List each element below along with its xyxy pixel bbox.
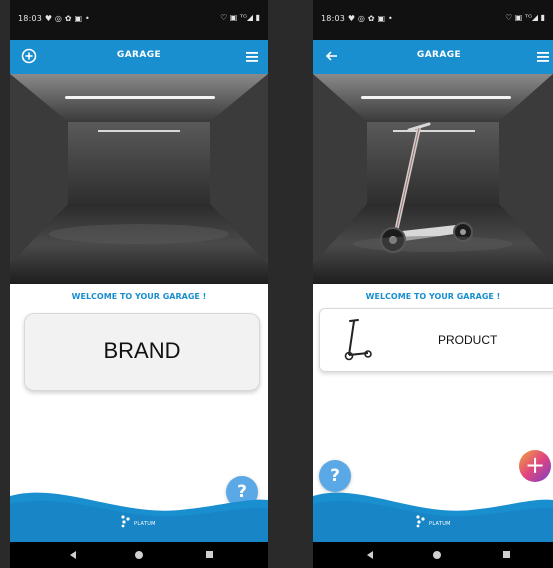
welcome-heading: WELCOME TO YOUR GARAGE ! [71, 292, 207, 301]
nav-back-icon[interactable] [367, 551, 373, 559]
hamburger-menu-icon[interactable] [244, 49, 260, 65]
app-bar: GARAGE [313, 40, 553, 74]
garage-screen-with-product: 18:03 ♥ ◎ ✿ ▣ • ♡ ▣ ᵀᴳ◢ ▮ GARAGE WELCOME… [313, 0, 553, 568]
status-time: 18:03 ♥ ◎ ✿ ▣ • [321, 14, 393, 23]
platum-logo: PLATUM [415, 514, 459, 534]
platum-mark-icon [416, 515, 425, 528]
add-product-button[interactable]: + [519, 450, 551, 482]
scooter-thumbnail [344, 319, 372, 361]
status-bar: 18:03 ♥ ◎ ✿ ▣ • ♡ ▣ ᵀᴳ◢ ▮ [10, 0, 268, 40]
platum-logo-text: PLATUM [134, 521, 156, 527]
brand-label: BRAND [103, 338, 181, 363]
app-title: GARAGE [416, 50, 462, 60]
system-nav-bar [10, 542, 268, 568]
welcome-heading: WELCOME TO YOUR GARAGE ! [365, 292, 501, 301]
product-card[interactable]: PRODUCT [319, 308, 553, 372]
brand-card[interactable]: BRAND [24, 313, 260, 391]
platum-logo-text: PLATUM [429, 521, 451, 527]
product-label: PRODUCT [438, 333, 498, 347]
nav-recents-icon[interactable] [503, 551, 510, 558]
app-title: GARAGE [116, 50, 162, 60]
hamburger-menu-icon[interactable] [535, 49, 551, 65]
nav-recents-icon[interactable] [206, 551, 213, 558]
status-indicators: ♡ ▣ ᵀᴳ◢ ▮ [220, 13, 260, 22]
platum-mark-icon [121, 515, 130, 528]
nav-back-icon[interactable] [70, 551, 76, 559]
garage-background-image [10, 74, 268, 284]
platum-logo: PLATUM [120, 514, 164, 534]
status-bar: 18:03 ♥ ◎ ✿ ▣ • ♡ ▣ ᵀᴳ◢ ▮ [313, 0, 553, 40]
app-bar: GARAGE [10, 40, 268, 74]
phones-separator [268, 0, 313, 568]
status-indicators: ♡ ▣ ᵀᴳ◢ ▮ [505, 13, 545, 22]
system-nav-bar [313, 542, 553, 568]
nav-home-icon[interactable] [135, 551, 143, 559]
garage-screen-empty: 18:03 ♥ ◎ ✿ ▣ • ♡ ▣ ᵀᴳ◢ ▮ GARAGE WELCOME… [10, 0, 268, 568]
garage-background-image [313, 74, 553, 284]
nav-home-icon[interactable] [433, 551, 441, 559]
left-edge-strip [0, 0, 10, 568]
status-time: 18:03 ♥ ◎ ✿ ▣ • [18, 14, 90, 23]
